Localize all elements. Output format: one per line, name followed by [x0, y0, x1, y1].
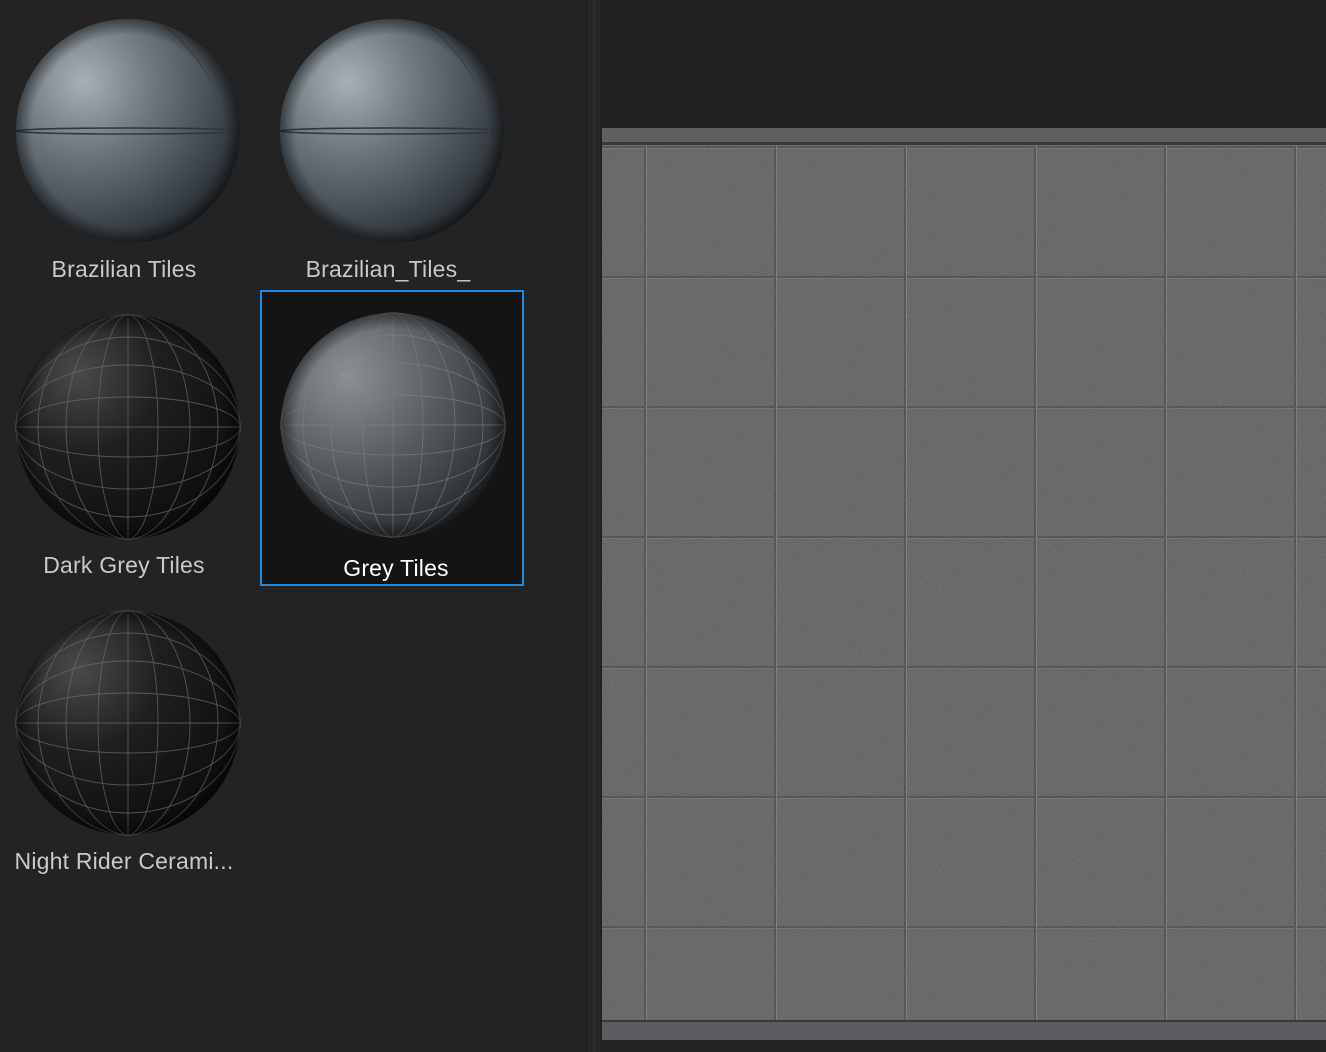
material-browser: Brazilian Tiles Brazilian_Tiles_ Dark Gr…	[0, 0, 586, 1052]
sphere-dark-grey-tiles-icon	[15, 314, 241, 540]
material-label: Night Rider Cerami...	[14, 848, 234, 874]
sphere-brazilian-tiles-copy-icon	[279, 18, 505, 244]
sphere-grey-tiles-icon	[280, 312, 506, 538]
material-tile-brazilian-tiles-copy[interactable]: Brazilian_Tiles_	[264, 0, 528, 296]
preview-header-area	[600, 0, 1326, 128]
panel-splitter[interactable]	[586, 0, 600, 1052]
sphere-brazilian-tiles-icon	[15, 18, 241, 244]
material-editor: Brazilian Tiles Brazilian_Tiles_ Dark Gr…	[0, 0, 1326, 1052]
material-tile-night-rider-ceramic[interactable]: Night Rider Cerami...	[0, 592, 264, 888]
material-preview-swatch	[602, 128, 1326, 1040]
material-preview-panel	[600, 0, 1326, 1052]
material-label: Brazilian Tiles	[51, 256, 197, 282]
preview-bottom-edge	[600, 1040, 1326, 1052]
material-label: Grey Tiles	[343, 555, 449, 581]
material-tile-dark-grey-tiles[interactable]: Dark Grey Tiles	[0, 296, 264, 592]
material-label: Brazilian_Tiles_	[305, 256, 471, 282]
material-tile-grey-tiles[interactable]: Grey Tiles	[260, 290, 524, 586]
material-label: Dark Grey Tiles	[43, 552, 205, 578]
material-tile-brazilian-tiles[interactable]: Brazilian Tiles	[0, 0, 264, 296]
sphere-night-rider-ceramic-icon	[15, 610, 241, 836]
